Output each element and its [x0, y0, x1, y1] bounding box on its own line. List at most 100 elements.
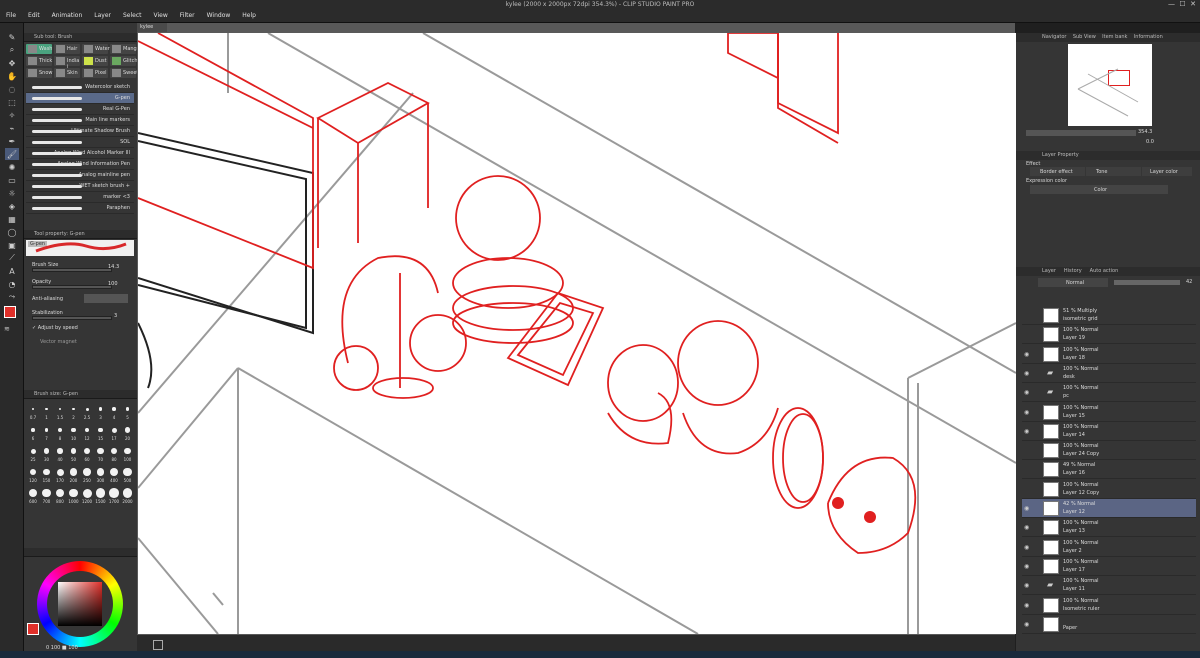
brush-item[interactable]: Analog mainline pen: [26, 170, 134, 181]
brush-size-dot[interactable]: [125, 407, 130, 411]
gradient-icon[interactable]: ▦: [5, 213, 19, 225]
subtab-7[interactable]: Glitch: [110, 56, 138, 66]
brush-size-dot[interactable]: [123, 467, 132, 477]
layer-color-button[interactable]: Layer color: [1142, 167, 1192, 176]
hand-icon[interactable]: ✋: [5, 70, 19, 82]
layer-row[interactable]: 100 % Normal Layer 24 Copy: [1022, 441, 1196, 461]
menu-animation[interactable]: Animation: [46, 10, 89, 19]
main-color-chip[interactable]: [27, 623, 39, 635]
auto-action-tab[interactable]: Auto action: [1090, 268, 1119, 274]
eye-icon[interactable]: ◉: [1024, 524, 1029, 531]
brush-size-grid[interactable]: 0.7 1 1.5 2 2.5 3 4 5 6 7 8 10 12 15 17 20 25 30 40 50 60 70 8…: [24, 401, 137, 511]
brush-size-dot[interactable]: [44, 428, 49, 432]
brush-size-dot[interactable]: [124, 447, 131, 455]
eye-icon[interactable]: ◉: [1024, 563, 1029, 570]
move-icon[interactable]: ✥: [5, 57, 19, 69]
brush-size-dot[interactable]: [124, 427, 131, 433]
brush-size-dot[interactable]: [55, 488, 65, 498]
zoom-value[interactable]: 354.3: [1138, 129, 1152, 135]
brush-size-dot[interactable]: [83, 468, 91, 476]
brush-size-dot[interactable]: [122, 488, 133, 498]
main-color-swatch[interactable]: [4, 306, 16, 318]
canvas-tab[interactable]: kylee: [137, 23, 167, 32]
brush-item[interactable]: Main line markers: [26, 115, 134, 126]
border-effect-button[interactable]: Border effect: [1030, 167, 1085, 176]
layer-row[interactable]: ◉ 100 % Normal Layer 13: [1022, 518, 1196, 538]
brush-size-dot[interactable]: [56, 468, 64, 476]
brush-size-dot[interactable]: [98, 407, 103, 411]
eye-icon[interactable]: ◉: [1024, 602, 1029, 609]
window-controls[interactable]: — ☐ ✕: [1168, 0, 1196, 8]
menu-window[interactable]: Window: [201, 10, 237, 19]
itembank-tab[interactable]: Item bank: [1102, 34, 1127, 40]
brush-size-dot[interactable]: [96, 468, 105, 476]
subtab-9[interactable]: Skin: [54, 68, 80, 78]
lasso-icon[interactable]: ◌: [5, 83, 19, 95]
balloon-icon[interactable]: ◔: [5, 278, 19, 290]
eye-icon[interactable]: ◉: [1024, 389, 1029, 396]
eye-icon[interactable]: ◉: [1024, 409, 1029, 416]
text-icon[interactable]: A: [5, 265, 19, 277]
brush-size-dot[interactable]: [111, 427, 117, 433]
navigator-tab[interactable]: Navigator: [1042, 34, 1066, 40]
eye-icon[interactable]: ◉: [1024, 370, 1029, 377]
brush-size-dot[interactable]: [95, 488, 106, 498]
expression-color-select[interactable]: Color: [1030, 185, 1168, 194]
brush-item[interactable]: Ultimate Shadow Brush: [26, 126, 134, 137]
stabilization-slider[interactable]: [32, 316, 112, 320]
layer-row[interactable]: ◉ Paper: [1022, 615, 1196, 634]
layer-row[interactable]: 49 % Normal Layer 16: [1022, 460, 1196, 480]
eraser-icon[interactable]: ▭: [5, 174, 19, 186]
brush-size-dot[interactable]: [82, 488, 92, 498]
brush-size-dot[interactable]: [30, 448, 36, 454]
brush-icon[interactable]: 🖌: [5, 148, 19, 160]
brush-size-dot[interactable]: [58, 428, 62, 432]
subtab-8[interactable]: Snow: [26, 68, 53, 78]
blend-mode-select[interactable]: Normal: [1038, 278, 1108, 287]
layer-folder-row[interactable]: ◉ ▰ 100 % Normal desk: [1022, 364, 1196, 383]
brush-size-dot[interactable]: [85, 407, 89, 411]
menu-file[interactable]: File: [0, 10, 22, 19]
subtab-1[interactable]: Hair: [54, 44, 80, 54]
eye-icon[interactable]: ◉: [1024, 505, 1029, 512]
layer-row[interactable]: 100 % Normal Layer 19: [1022, 325, 1196, 345]
brush-size-dot[interactable]: [29, 468, 37, 476]
opacity-slider[interactable]: [32, 285, 112, 289]
airbrush-icon[interactable]: ✺: [5, 161, 19, 173]
brush-size-dot[interactable]: [45, 407, 48, 411]
brush-size-dot[interactable]: [29, 489, 37, 497]
menu-edit[interactable]: Edit: [22, 10, 46, 19]
menu-layer[interactable]: Layer: [88, 10, 117, 19]
menu-view[interactable]: View: [148, 10, 174, 19]
subtab-2[interactable]: Water: [82, 44, 110, 54]
wand-icon[interactable]: ✧: [5, 109, 19, 121]
eyedropper-icon[interactable]: ⌁: [5, 122, 19, 134]
brush-size-dot[interactable]: [32, 408, 34, 410]
subtab-0[interactable]: Wash: [26, 44, 52, 54]
angle-value[interactable]: 0.0: [1146, 139, 1154, 145]
menu-select[interactable]: Select: [117, 10, 148, 19]
brush-size-dot[interactable]: [70, 448, 77, 454]
layer-row[interactable]: ◉ 100 % Normal Layer 15: [1022, 403, 1196, 422]
brush-size-dot[interactable]: [72, 407, 75, 411]
brush-size-value[interactable]: 14.3: [108, 264, 119, 270]
layer-opacity-slider[interactable]: [1114, 280, 1180, 285]
antialias-selector[interactable]: [84, 294, 128, 303]
brush-size-dot[interactable]: [71, 427, 76, 433]
brush-size-slider[interactable]: [32, 268, 112, 272]
brush-size-dot[interactable]: [109, 488, 119, 498]
menu-help[interactable]: Help: [236, 10, 262, 19]
zoom-slider[interactable]: [1026, 130, 1136, 136]
brush-size-dot[interactable]: [69, 468, 78, 476]
subtab-4[interactable]: Thick: [26, 56, 52, 66]
brush-size-dot[interactable]: [43, 468, 50, 476]
layer-row[interactable]: ◉ 100 % Normal Layer 2: [1022, 538, 1196, 557]
eye-icon[interactable]: ◉: [1024, 621, 1029, 628]
frame-icon[interactable]: ▣: [5, 239, 19, 251]
brush-item-selected[interactable]: G-pen: [26, 93, 134, 104]
drawing-canvas[interactable]: [138, 33, 1016, 634]
eye-icon[interactable]: ◉: [1024, 428, 1029, 435]
layer-row[interactable]: ◉ 100 % Normal Layer 17: [1022, 557, 1196, 576]
layer-opacity-value[interactable]: 42: [1186, 279, 1192, 285]
brush-item[interactable]: SOL: [26, 137, 134, 148]
